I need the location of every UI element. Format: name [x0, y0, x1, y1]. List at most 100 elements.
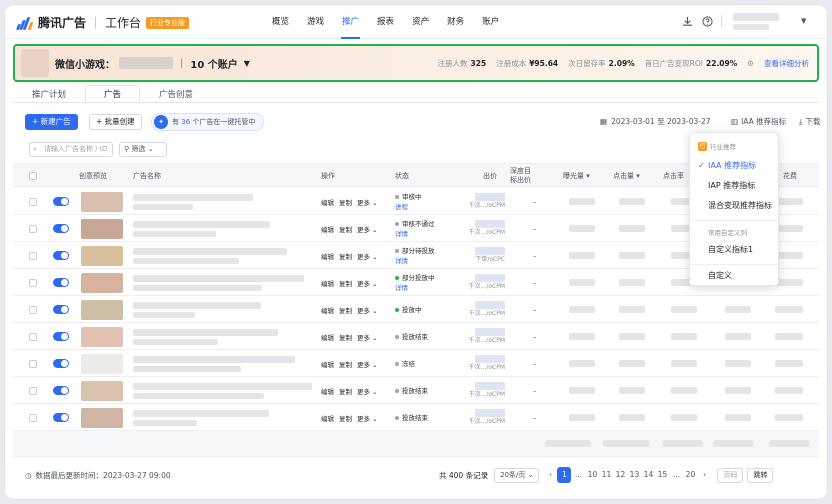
new-ad-button[interactable]: + 新建广告 [25, 114, 78, 130]
more-menu[interactable]: 更多 ⌄ [357, 224, 378, 234]
row-checkbox[interactable] [29, 188, 37, 215]
page-11[interactable]: 11 [599, 467, 613, 483]
row-checkbox[interactable] [29, 215, 37, 242]
tab-ads[interactable]: 广告 [85, 85, 141, 103]
help-icon[interactable] [701, 15, 713, 27]
edit-link[interactable]: 编辑 [321, 359, 334, 369]
page-15[interactable]: 15 [655, 467, 669, 483]
row-toggle[interactable] [53, 188, 69, 215]
row-checkbox[interactable] [29, 269, 37, 296]
view-detail-link[interactable]: 查看详细分析 [764, 58, 809, 69]
nav-account[interactable]: 账户 [473, 5, 508, 39]
more-menu[interactable]: 更多 ⌄ [357, 413, 378, 423]
creative-thumbnail[interactable] [81, 215, 123, 242]
tab-creatives[interactable]: 广告创意 [140, 85, 212, 103]
nav-overview[interactable]: 概览 [263, 5, 298, 39]
page-ellipsis[interactable]: ... [669, 467, 683, 483]
edit-link[interactable]: 编辑 [321, 197, 334, 207]
table-row[interactable]: 编辑 复制 更多 ⌄ 冻结 千次.../oCPM – [13, 350, 819, 377]
download-button[interactable]: ⤓ 下载 [799, 116, 820, 127]
table-row[interactable]: 编辑 复制 更多 ⌄ 投放中 千次.../oCPM – [13, 296, 819, 323]
page-jump-input[interactable]: 页码 [717, 467, 744, 483]
filter-button[interactable]: ⚲ 筛选 ⌄ [119, 142, 167, 157]
status-detail-link[interactable]: 详情 [395, 256, 408, 266]
row-checkbox[interactable] [29, 350, 37, 377]
page-10[interactable]: 10 [585, 467, 599, 483]
user-menu-chevron-icon[interactable]: ▼ [801, 17, 806, 25]
status-detail-link[interactable]: 详情 [395, 229, 408, 239]
creative-thumbnail[interactable] [81, 323, 123, 350]
dropdown-item-iap[interactable]: IAP 推荐指标 [690, 177, 780, 195]
dropdown-item-hybrid[interactable]: 混合变现推荐指标 [690, 197, 780, 215]
row-checkbox[interactable] [29, 404, 37, 431]
more-menu[interactable]: 更多 ⌄ [357, 332, 378, 342]
edit-link[interactable]: 编辑 [321, 413, 334, 423]
row-toggle[interactable] [53, 242, 69, 269]
row-checkbox[interactable] [29, 377, 37, 404]
ad-name-redacted[interactable] [133, 296, 261, 323]
page-size-select[interactable]: 20条/页 ⌄ [494, 467, 540, 483]
ad-name-redacted[interactable] [133, 188, 253, 215]
page-13[interactable]: 13 [627, 467, 641, 483]
more-menu[interactable]: 更多 ⌄ [357, 278, 378, 288]
row-toggle[interactable] [53, 377, 69, 404]
row-toggle[interactable] [53, 215, 69, 242]
copy-link[interactable]: 复制 [339, 386, 352, 396]
creative-thumbnail[interactable] [81, 350, 123, 377]
copy-link[interactable]: 复制 [339, 224, 352, 234]
table-row[interactable]: 编辑 复制 更多 ⌄ 投放结束 千次.../oCPM – [13, 377, 819, 404]
creative-thumbnail[interactable] [81, 296, 123, 323]
creative-thumbnail[interactable] [81, 404, 123, 431]
auto-managed-banner[interactable]: ✦ 有 36 个广告在一键托管中 [151, 113, 265, 131]
status-detail-link[interactable]: 详情 [395, 283, 408, 293]
batch-create-button[interactable]: + 批量创建 [89, 114, 142, 130]
jump-button[interactable]: 跳转 [747, 467, 774, 483]
row-toggle[interactable] [53, 269, 69, 296]
row-toggle[interactable] [53, 350, 69, 377]
page-ellipsis[interactable]: ... [571, 467, 585, 483]
more-menu[interactable]: 更多 ⌄ [357, 386, 378, 396]
ad-name-redacted[interactable] [133, 269, 304, 296]
account-count[interactable]: 10 个账户 [190, 56, 237, 71]
row-checkbox[interactable] [29, 296, 37, 323]
creative-thumbnail[interactable] [81, 188, 123, 215]
row-checkbox[interactable] [29, 323, 37, 350]
page-1[interactable]: 1 [557, 467, 572, 483]
status-detail-link[interactable]: 进程 [395, 202, 408, 212]
date-range-picker[interactable]: ▦ 2023-03-01 至 2023-03-27 [600, 116, 711, 127]
page-20[interactable]: 20 [683, 467, 697, 483]
page-14[interactable]: 14 [641, 467, 655, 483]
copy-link[interactable]: 复制 [339, 197, 352, 207]
row-toggle[interactable] [53, 323, 69, 350]
search-input[interactable]: ⌕ 请输入广告名称 / ID [29, 142, 113, 157]
copy-link[interactable]: 复制 [339, 305, 352, 315]
table-row[interactable]: 编辑 复制 更多 ⌄ 投放结束 千次.../oCPM – [13, 323, 819, 350]
creative-thumbnail[interactable] [81, 377, 123, 404]
metric-set-selector[interactable]: ▥ IAA 推荐指标 [731, 116, 786, 127]
copy-link[interactable]: 复制 [339, 359, 352, 369]
nav-finance[interactable]: 财务 [438, 5, 473, 39]
more-menu[interactable]: 更多 ⌄ [357, 359, 378, 369]
edit-link[interactable]: 编辑 [321, 224, 334, 234]
nav-games[interactable]: 游戏 [298, 5, 333, 39]
nav-promotion[interactable]: 推广 [333, 5, 368, 39]
dropdown-item-iaa[interactable]: ✓ IAA 推荐指标 [690, 157, 780, 175]
ad-name-redacted[interactable] [133, 350, 295, 377]
dropdown-item-customize[interactable]: 自定义 [690, 267, 780, 285]
copy-link[interactable]: 复制 [339, 278, 352, 288]
select-all-checkbox[interactable] [29, 164, 37, 188]
next-page-chevron-icon[interactable]: › [697, 467, 711, 483]
nav-reports[interactable]: 报表 [368, 5, 403, 39]
page-12[interactable]: 12 [613, 467, 627, 483]
creative-thumbnail[interactable] [81, 242, 123, 269]
more-menu[interactable]: 更多 ⌄ [357, 197, 378, 207]
table-row[interactable]: 编辑 复制 更多 ⌄ 投放结束 千次.../oCPM – [13, 404, 819, 431]
row-toggle[interactable] [53, 296, 69, 323]
prev-page-chevron-icon[interactable]: ‹ [543, 467, 557, 483]
ad-name-redacted[interactable] [133, 323, 278, 350]
edit-link[interactable]: 编辑 [321, 332, 334, 342]
tab-campaigns[interactable]: 推广计划 [13, 85, 85, 103]
edit-link[interactable]: 编辑 [321, 386, 334, 396]
brand[interactable]: 腾讯广告 工作台 行业专业版 [15, 14, 190, 31]
more-menu[interactable]: 更多 ⌄ [357, 251, 378, 261]
